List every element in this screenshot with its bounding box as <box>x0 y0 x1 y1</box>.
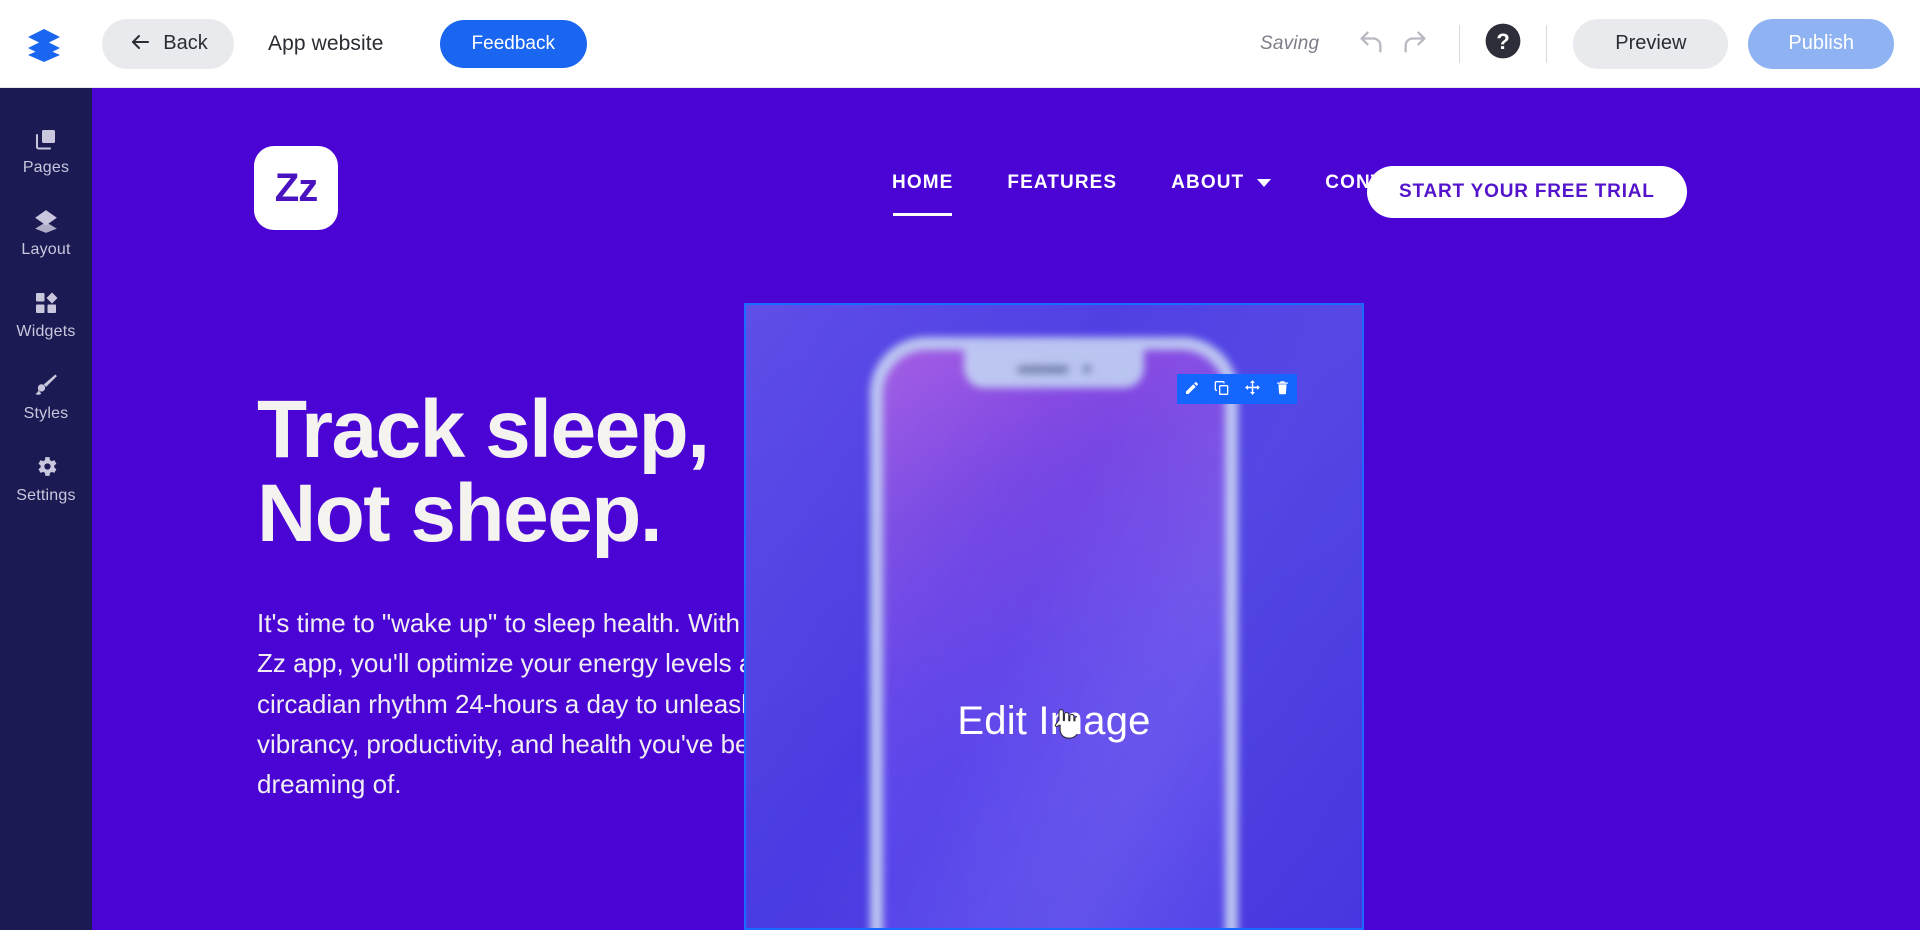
site-nav-item-about[interactable]: ABOUT <box>1171 172 1272 200</box>
layers-logo-icon[interactable] <box>22 22 66 66</box>
redo-icon <box>1401 28 1429 59</box>
layers-diamond-icon <box>33 208 59 234</box>
site-nav-item-about-label: ABOUT <box>1171 172 1245 193</box>
sidebar-item-label: Pages <box>22 158 70 176</box>
hero-paragraph: It's time to "wake up" to sleep health. … <box>257 607 799 800</box>
duplicate-image-button[interactable] <box>1207 374 1237 404</box>
site-logo-text: Zz <box>274 165 318 210</box>
edit-image-button[interactable] <box>1177 374 1207 404</box>
sidebar-item-layout[interactable]: Layout <box>0 192 92 274</box>
preview-button[interactable]: Preview <box>1573 18 1729 69</box>
trash-icon <box>1275 380 1290 398</box>
paintbrush-icon <box>34 372 59 398</box>
edit-image-label: Edit Image <box>957 699 1151 743</box>
pages-icon <box>34 126 58 152</box>
redo-button[interactable] <box>1393 22 1437 66</box>
sidebar-item-label: Settings <box>16 486 76 504</box>
move-image-button[interactable] <box>1237 374 1267 404</box>
site-logo[interactable]: Zz <box>254 146 338 230</box>
svg-text:?: ? <box>1496 29 1510 54</box>
copy-icon <box>1214 380 1230 399</box>
image-element-toolbar <box>1177 374 1297 404</box>
gear-icon <box>34 454 59 480</box>
sidebar-item-label: Widgets <box>16 322 76 340</box>
undo-icon <box>1357 28 1385 59</box>
site-nav-links: HOME FEATURES ABOUT CONTACT <box>892 172 1424 216</box>
top-toolbar: Back App website Feedback Saving ? Previ… <box>0 0 1920 88</box>
website-canvas[interactable]: Zz HOME FEATURES ABOUT CONTACT START YOU… <box>92 88 1920 930</box>
publish-button[interactable]: Publish <box>1748 18 1894 69</box>
sidebar-item-settings[interactable]: Settings <box>0 438 92 520</box>
saving-status: Saving <box>1259 32 1320 54</box>
arrow-left-icon <box>128 30 152 57</box>
back-button[interactable]: Back <box>102 18 234 69</box>
site-nav-item-home[interactable]: HOME <box>892 172 953 216</box>
move-arrows-icon <box>1244 379 1261 399</box>
back-button-label: Back <box>163 32 208 54</box>
toolbar-divider-2 <box>1546 24 1548 63</box>
site-nav-item-features[interactable]: FEATURES <box>1007 172 1117 200</box>
left-sidebar: Pages Layout Widgets Styles Settings <box>0 88 92 930</box>
toolbar-divider-1 <box>1459 24 1461 63</box>
delete-image-button[interactable] <box>1267 374 1297 404</box>
help-button[interactable]: ? <box>1482 23 1524 65</box>
sidebar-item-widgets[interactable]: Widgets <box>0 274 92 356</box>
feedback-button[interactable]: Feedback <box>439 19 587 68</box>
sidebar-item-label: Layout <box>21 240 71 258</box>
top-toolbar-actions: Saving ? Preview Publish <box>1259 18 1894 69</box>
help-circle-icon: ? <box>1484 22 1522 65</box>
sidebar-item-styles[interactable]: Styles <box>0 356 92 438</box>
site-title: App website <box>268 31 384 55</box>
site-navigation: Zz HOME FEATURES ABOUT CONTACT START YOU… <box>92 146 1920 256</box>
chevron-down-icon <box>1257 179 1272 187</box>
widgets-grid-icon <box>34 290 58 316</box>
undo-button[interactable] <box>1349 22 1393 66</box>
sidebar-item-label: Styles <box>23 404 69 422</box>
start-free-trial-button[interactable]: START YOUR FREE TRIAL <box>1367 166 1687 218</box>
pencil-icon <box>1184 380 1200 399</box>
sidebar-item-pages[interactable]: Pages <box>0 110 92 192</box>
